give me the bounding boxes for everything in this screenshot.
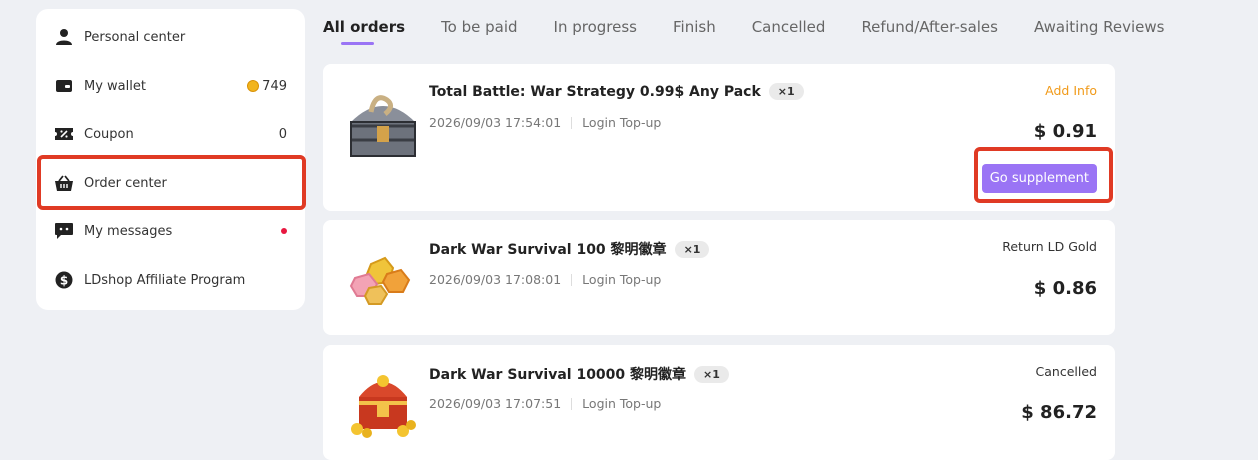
wallet-icon bbox=[54, 76, 74, 96]
order-date: 2026/09/03 17:54:01 bbox=[429, 115, 562, 130]
svg-text:$: $ bbox=[60, 274, 68, 288]
order-date: 2026/09/03 17:07:51 bbox=[429, 396, 562, 411]
order-price: $ 0.91 bbox=[1033, 121, 1097, 142]
order-title-text: Total Battle: War Strategy 0.99$ Any Pac… bbox=[429, 83, 761, 100]
sidebar: Personal center My wallet 749 Coupon 0 O… bbox=[36, 9, 305, 310]
order-status-link[interactable]: Add Info bbox=[1045, 83, 1097, 98]
sidebar-item-my-wallet[interactable]: My wallet 749 bbox=[36, 66, 305, 106]
divider bbox=[571, 116, 573, 129]
order-title: Dark War Survival 100 黎明徽章 ×1 bbox=[429, 239, 710, 259]
order-tabs: All orders To be paid In progress Finish… bbox=[323, 18, 1200, 48]
message-icon bbox=[54, 221, 74, 241]
sidebar-item-label: Personal center bbox=[84, 29, 186, 45]
wallet-balance-value: 749 bbox=[262, 78, 287, 94]
order-type: Login Top-up bbox=[582, 396, 662, 411]
order-card[interactable]: Dark War Survival 100 黎明徽章 ×1 2026/09/03… bbox=[323, 220, 1115, 335]
tab-finish[interactable]: Finish bbox=[673, 18, 716, 48]
order-title-text: Dark War Survival 10000 黎明徽章 bbox=[429, 367, 687, 383]
order-price: $ 86.72 bbox=[1021, 402, 1097, 423]
product-thumbnail bbox=[341, 363, 425, 447]
sidebar-item-personal-center[interactable]: Personal center bbox=[36, 17, 305, 57]
quantity-badge: ×1 bbox=[694, 365, 729, 383]
divider bbox=[571, 273, 573, 286]
order-status: Return LD Gold bbox=[1002, 239, 1097, 254]
product-thumbnail bbox=[341, 82, 425, 166]
unread-dot bbox=[281, 228, 287, 234]
order-meta: 2026/09/03 17:08:01 Login Top-up bbox=[429, 272, 661, 287]
gold-coin-icon bbox=[247, 80, 260, 92]
order-meta: 2026/09/03 17:07:51 Login Top-up bbox=[429, 396, 661, 411]
tab-awaiting-reviews[interactable]: Awaiting Reviews bbox=[1034, 18, 1164, 48]
quantity-badge: ×1 bbox=[768, 83, 804, 100]
wallet-balance: 749 bbox=[247, 79, 287, 94]
order-title: Total Battle: War Strategy 0.99$ Any Pac… bbox=[429, 83, 804, 100]
order-type: Login Top-up bbox=[582, 115, 662, 130]
divider bbox=[571, 397, 573, 410]
order-status: Cancelled bbox=[1035, 364, 1097, 379]
tab-refund-after-sales[interactable]: Refund/After-sales bbox=[861, 18, 998, 48]
sidebar-item-my-messages[interactable]: My messages bbox=[36, 211, 305, 251]
order-title-text: Dark War Survival 100 黎明徽章 bbox=[429, 242, 667, 258]
tab-to-be-paid[interactable]: To be paid bbox=[441, 18, 517, 48]
order-card[interactable]: Total Battle: War Strategy 0.99$ Any Pac… bbox=[323, 64, 1115, 211]
sidebar-item-coupon[interactable]: Coupon 0 bbox=[36, 114, 305, 154]
tab-in-progress[interactable]: In progress bbox=[554, 18, 637, 48]
sidebar-item-order-center[interactable]: Order center bbox=[36, 163, 305, 203]
tab-cancelled[interactable]: Cancelled bbox=[752, 18, 826, 48]
tab-all-orders[interactable]: All orders bbox=[323, 18, 405, 48]
sidebar-item-label: My messages bbox=[84, 223, 173, 239]
product-thumbnail bbox=[341, 236, 425, 320]
sidebar-item-label: LDshop Affiliate Program bbox=[84, 272, 246, 288]
basket-icon bbox=[54, 173, 74, 193]
order-price: $ 0.86 bbox=[1033, 278, 1097, 299]
coupon-icon bbox=[54, 124, 74, 144]
dollar-coin-icon: $ bbox=[54, 270, 74, 290]
sidebar-item-affiliate-program[interactable]: $ LDshop Affiliate Program bbox=[36, 260, 305, 300]
person-icon bbox=[54, 27, 74, 47]
sidebar-item-label: My wallet bbox=[84, 78, 146, 94]
order-meta: 2026/09/03 17:54:01 Login Top-up bbox=[429, 115, 661, 130]
order-date: 2026/09/03 17:08:01 bbox=[429, 272, 562, 287]
order-type: Login Top-up bbox=[582, 272, 662, 287]
coupon-count: 0 bbox=[278, 126, 287, 142]
order-title: Dark War Survival 10000 黎明徽章 ×1 bbox=[429, 364, 729, 384]
sidebar-item-label: Order center bbox=[84, 175, 167, 191]
sidebar-item-label: Coupon bbox=[84, 126, 134, 142]
order-card[interactable]: Dark War Survival 10000 黎明徽章 ×1 2026/09/… bbox=[323, 345, 1115, 460]
quantity-badge: ×1 bbox=[674, 240, 710, 258]
go-supplement-button[interactable]: Go supplement bbox=[981, 164, 1097, 193]
